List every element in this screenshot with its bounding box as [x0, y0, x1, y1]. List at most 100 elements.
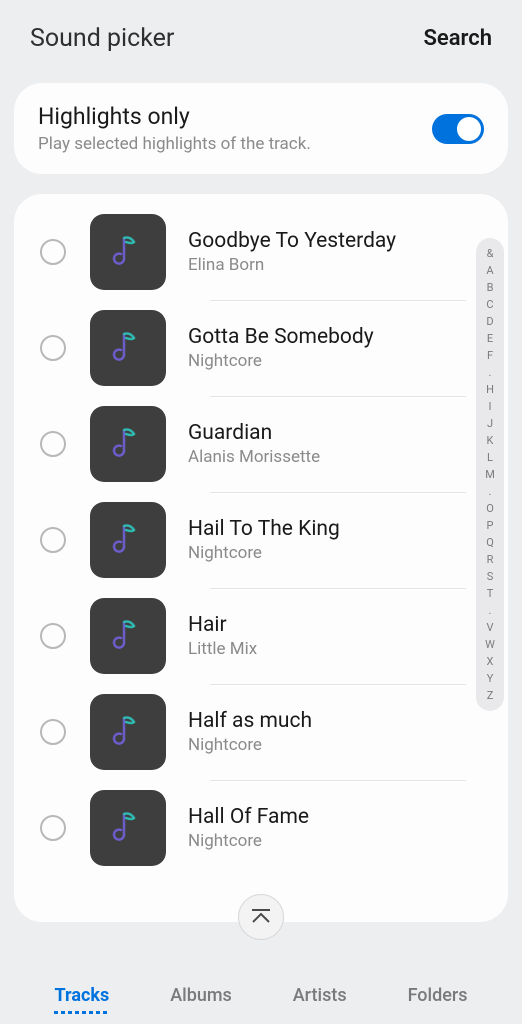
album-art [90, 310, 166, 386]
alpha-index-letter[interactable]: K [487, 435, 494, 446]
alpha-index-letter[interactable]: B [487, 282, 494, 293]
chevron-up-icon [250, 908, 272, 926]
alpha-index-letter[interactable]: P [487, 520, 494, 531]
bottom-tabs: Tracks Albums Artists Folders [0, 971, 522, 1024]
album-art [90, 790, 166, 866]
alpha-index-letter[interactable]: L [487, 452, 493, 463]
alpha-index-letter[interactable]: H [486, 384, 494, 395]
track-title: Hail To The King [188, 517, 460, 541]
search-button[interactable]: Search [423, 26, 492, 51]
divider [210, 300, 466, 301]
alpha-index-letter[interactable]: W [485, 639, 495, 650]
track-title: Hall Of Fame [188, 805, 460, 829]
track-artist: Nightcore [188, 351, 460, 371]
alpha-index-letter[interactable]: Y [487, 673, 494, 684]
alpha-index-letter[interactable]: V [486, 622, 493, 633]
alpha-index-letter[interactable]: M [485, 469, 495, 480]
alpha-index-letter[interactable]: D [486, 316, 493, 327]
divider [210, 780, 466, 781]
track-row[interactable]: Hair Little Mix [14, 588, 508, 684]
alpha-index-letter[interactable]: S [487, 571, 494, 582]
track-radio[interactable] [40, 623, 66, 649]
track-title: Guardian [188, 421, 460, 445]
music-note-icon [112, 618, 144, 654]
alpha-index-letter[interactable]: A [486, 265, 493, 276]
scroll-to-top-button[interactable] [238, 894, 284, 940]
album-art [90, 502, 166, 578]
alpha-index-letter[interactable]: Q [486, 537, 494, 548]
track-info: Hail To The King Nightcore [188, 517, 490, 563]
track-artist: Elina Born [188, 255, 460, 275]
divider [210, 492, 466, 493]
track-artist: Alanis Morissette [188, 447, 460, 467]
music-note-icon [112, 234, 144, 270]
alpha-index-letter[interactable]: Z [487, 690, 494, 701]
track-artist: Nightcore [188, 543, 460, 563]
track-radio[interactable] [40, 335, 66, 361]
track-info: Hall Of Fame Nightcore [188, 805, 490, 851]
highlights-toggle[interactable] [432, 114, 484, 144]
tab-tracks[interactable]: Tracks [54, 985, 109, 1010]
track-radio[interactable] [40, 239, 66, 265]
tab-artists[interactable]: Artists [293, 985, 347, 1010]
track-artist: Nightcore [188, 735, 460, 755]
track-title: Hair [188, 613, 460, 637]
divider [210, 684, 466, 685]
track-info: Guardian Alanis Morissette [188, 421, 490, 467]
track-row[interactable]: Hail To The King Nightcore [14, 492, 508, 588]
alpha-index-letter[interactable]: T [487, 588, 494, 599]
highlights-title: Highlights only [38, 103, 311, 130]
tab-albums[interactable]: Albums [170, 985, 232, 1010]
alpha-index-letter[interactable]: O [486, 503, 494, 514]
highlights-card: Highlights only Play selected highlights… [14, 83, 508, 174]
alpha-index-letter[interactable]: F [487, 350, 493, 361]
divider [210, 396, 466, 397]
alpha-index-letter[interactable]: X [487, 656, 494, 667]
alpha-index[interactable]: & ABCDEF. HIJKLM. OPQRST. VWXYZ [476, 238, 504, 711]
track-radio[interactable] [40, 431, 66, 457]
track-row[interactable]: Half as much Nightcore [14, 684, 508, 780]
music-note-icon [112, 522, 144, 558]
alpha-index-letter[interactable]: E [487, 333, 493, 344]
alpha-index-letter[interactable]: R [487, 554, 494, 565]
alpha-index-letter[interactable]: . [489, 605, 492, 616]
music-note-icon [112, 330, 144, 366]
track-title: Half as much [188, 709, 460, 733]
music-note-icon [112, 714, 144, 750]
tab-folders[interactable]: Folders [408, 985, 468, 1010]
album-art [90, 406, 166, 482]
music-note-icon [112, 810, 144, 846]
album-art [90, 598, 166, 674]
album-art [90, 214, 166, 290]
divider [210, 588, 466, 589]
highlights-text: Highlights only Play selected highlights… [38, 103, 311, 154]
track-row[interactable]: Gotta Be Somebody Nightcore [14, 300, 508, 396]
album-art [90, 694, 166, 770]
track-artist: Nightcore [188, 831, 460, 851]
track-info: Hair Little Mix [188, 613, 490, 659]
track-radio[interactable] [40, 815, 66, 841]
header: Sound picker Search [0, 0, 522, 71]
track-row[interactable]: Guardian Alanis Morissette [14, 396, 508, 492]
track-title: Gotta Be Somebody [188, 325, 460, 349]
track-title: Goodbye To Yesterday [188, 229, 460, 253]
alpha-index-letter[interactable]: I [489, 401, 492, 412]
alpha-index-letter[interactable]: . [489, 486, 492, 497]
alpha-index-letter[interactable]: J [487, 418, 493, 429]
track-artist: Little Mix [188, 639, 460, 659]
track-info: Gotta Be Somebody Nightcore [188, 325, 490, 371]
track-list: Goodbye To Yesterday Elina Born Gotta Be… [14, 194, 508, 922]
track-radio[interactable] [40, 719, 66, 745]
track-info: Half as much Nightcore [188, 709, 490, 755]
alpha-index-letter[interactable]: C [486, 299, 493, 310]
track-info: Goodbye To Yesterday Elina Born [188, 229, 490, 275]
music-note-icon [112, 426, 144, 462]
track-row[interactable]: Hall Of Fame Nightcore [14, 780, 508, 876]
track-row[interactable]: Goodbye To Yesterday Elina Born [14, 204, 508, 300]
page-title: Sound picker [30, 24, 174, 53]
highlights-subtitle: Play selected highlights of the track. [38, 134, 311, 154]
toggle-knob [457, 117, 481, 141]
alpha-index-letter[interactable]: . [489, 367, 492, 378]
alpha-index-letter[interactable]: & [487, 248, 494, 259]
track-radio[interactable] [40, 527, 66, 553]
